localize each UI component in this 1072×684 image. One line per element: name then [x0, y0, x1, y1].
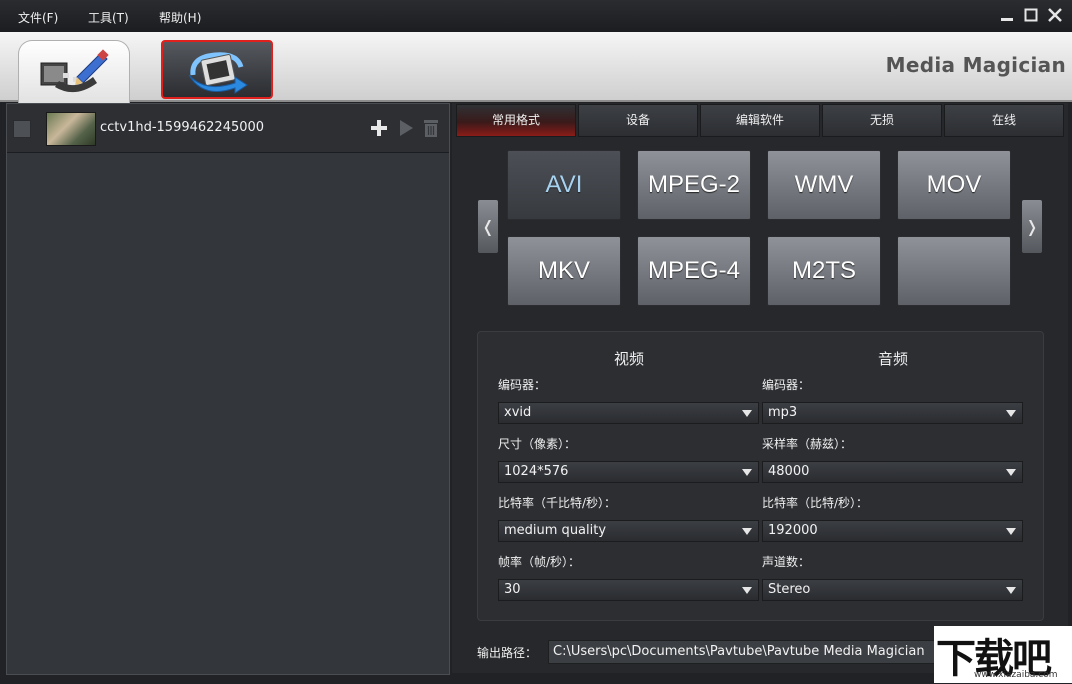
video-codec-select[interactable]: xvid: [498, 402, 759, 424]
audio-codec-select[interactable]: mp3: [762, 402, 1023, 424]
file-list-panel: cctv1hd-1599462245000: [6, 103, 450, 675]
video-size-label: 尺寸（像素）：: [498, 437, 577, 451]
video-framerate-label: 帧率（帧/秒）：: [498, 555, 581, 569]
video-bitrate-label: 比特率（千比特/秒）：: [498, 496, 617, 510]
tab-editing-software[interactable]: 编辑软件: [700, 104, 820, 137]
audio-bitrate-label: 比特率（比特/秒）：: [762, 496, 869, 510]
file-list-item[interactable]: cctv1hd-1599462245000: [7, 104, 449, 153]
audio-channels-value: Stereo: [768, 582, 811, 597]
brand-title: Media Magician: [885, 53, 1066, 77]
format-empty-button[interactable]: [897, 236, 1011, 306]
encoding-settings: 视频 音频 编码器： xvid 尺寸（像素）： 1024*576 比特率（千比特…: [477, 331, 1044, 621]
prev-page-button[interactable]: ❬: [478, 200, 498, 253]
format-panel: 常用格式 设备 编辑软件 无损 在线 ❬ ❭ AVI MPEG-2 WMV MO…: [452, 103, 1068, 673]
video-size-value: 1024*576: [504, 464, 569, 479]
format-m2ts-button[interactable]: M2TS: [767, 236, 881, 306]
video-bitrate-value: medium quality: [504, 523, 607, 538]
audio-codec-label: 编码器：: [762, 378, 811, 392]
next-page-button[interactable]: ❭: [1022, 200, 1042, 253]
site-watermark: 下载吧 www.xiazaiba.com: [934, 626, 1072, 683]
minimize-icon[interactable]: [998, 6, 1016, 24]
delete-icon[interactable]: [421, 118, 441, 138]
maximize-icon[interactable]: [1022, 6, 1040, 24]
film-edit-icon: [37, 47, 111, 101]
film-convert-icon: [185, 45, 251, 99]
audio-channels-select[interactable]: Stereo: [762, 579, 1023, 601]
output-path-label: 输出路径：: [477, 646, 538, 660]
audio-codec-value: mp3: [768, 405, 798, 420]
video-framerate-value: 30: [504, 582, 521, 597]
dropdown-arrow-icon: [1006, 528, 1016, 535]
format-mkv-button[interactable]: MKV: [507, 236, 621, 306]
add-icon[interactable]: [369, 118, 389, 138]
file-name: cctv1hd-1599462245000: [100, 120, 265, 135]
audio-samplerate-select[interactable]: 48000: [762, 461, 1023, 483]
format-avi-button[interactable]: AVI: [507, 150, 621, 220]
video-size-select[interactable]: 1024*576: [498, 461, 759, 483]
video-thumbnail: [46, 112, 96, 146]
video-framerate-select[interactable]: 30: [498, 579, 759, 601]
play-icon[interactable]: [396, 118, 416, 138]
chevron-left-icon: ❬: [481, 217, 495, 236]
video-section-title: 视频: [614, 350, 645, 368]
dropdown-arrow-icon: [1006, 410, 1016, 417]
file-checkbox[interactable]: [13, 120, 31, 138]
video-bitrate-select[interactable]: medium quality: [498, 520, 759, 542]
format-mpeg2-button[interactable]: MPEG-2: [637, 150, 751, 220]
audio-section-title: 音频: [878, 350, 909, 368]
dropdown-arrow-icon: [742, 528, 752, 535]
menu-help[interactable]: 帮助(H): [159, 9, 201, 26]
edit-tab[interactable]: [18, 40, 130, 103]
dropdown-arrow-icon: [742, 469, 752, 476]
audio-samplerate-label: 采样率（赫兹）：: [762, 437, 853, 451]
format-wmv-button[interactable]: WMV: [767, 150, 881, 220]
audio-bitrate-value: 192000: [768, 523, 818, 538]
close-icon[interactable]: [1046, 6, 1064, 24]
main-tab-strip: Media Magician: [0, 32, 1072, 103]
audio-channels-label: 声道数：: [762, 555, 811, 569]
video-codec-label: 编码器：: [498, 378, 547, 392]
watermark-url: www.xiazaiba.com: [974, 670, 1058, 680]
format-mov-button[interactable]: MOV: [897, 150, 1011, 220]
tab-devices[interactable]: 设备: [578, 104, 698, 137]
menu-file[interactable]: 文件(F): [18, 9, 58, 26]
chevron-right-icon: ❭: [1025, 217, 1039, 236]
menu-tools[interactable]: 工具(T): [88, 9, 129, 26]
dropdown-arrow-icon: [742, 587, 752, 594]
video-codec-value: xvid: [504, 405, 532, 420]
tab-lossless[interactable]: 无损: [822, 104, 942, 137]
menubar: 文件(F) 工具(T) 帮助(H): [0, 0, 1072, 32]
convert-tab[interactable]: [161, 40, 273, 99]
format-mpeg4-button[interactable]: MPEG-4: [637, 236, 751, 306]
audio-samplerate-value: 48000: [768, 464, 810, 479]
dropdown-arrow-icon: [1006, 469, 1016, 476]
tab-online[interactable]: 在线: [944, 104, 1064, 137]
audio-bitrate-select[interactable]: 192000: [762, 520, 1023, 542]
tab-common-formats[interactable]: 常用格式: [456, 104, 576, 137]
dropdown-arrow-icon: [742, 410, 752, 417]
dropdown-arrow-icon: [1006, 587, 1016, 594]
